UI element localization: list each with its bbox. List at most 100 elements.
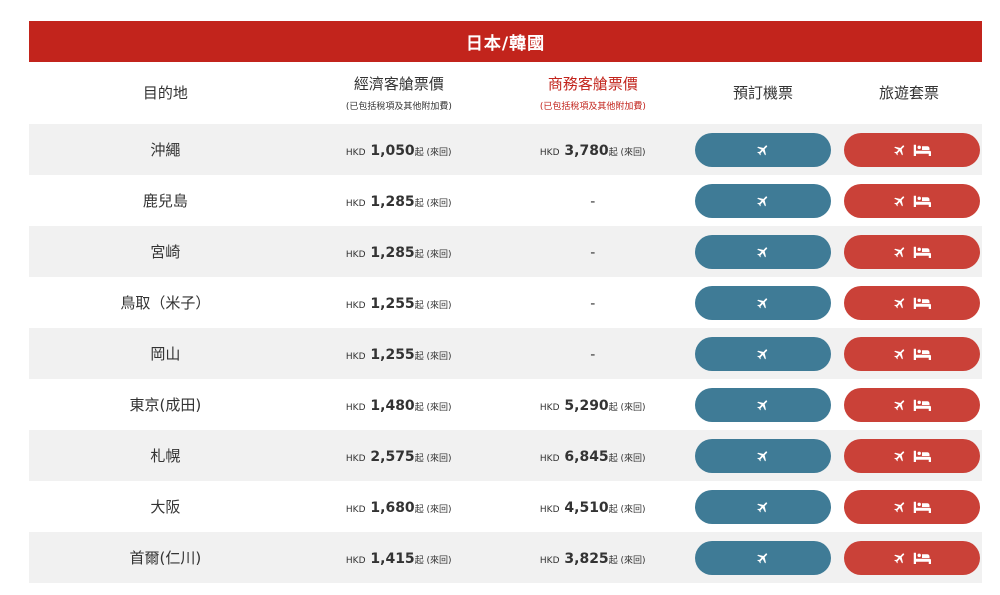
table-row: 宮崎 HKD 1,285起 (來回) - xyxy=(29,226,982,277)
plane-icon xyxy=(756,194,770,208)
economy-currency: HKD xyxy=(345,505,366,515)
destination-cell: 東京(成田) xyxy=(29,394,302,415)
table-row: 首爾(仁川) HKD 1,415起 (來回) HKD 3,825起 (來回) xyxy=(29,532,982,583)
economy-currency: HKD xyxy=(345,148,366,158)
economy-fare-cell: HKD 2,575起 (來回) xyxy=(302,446,496,465)
plane-icon xyxy=(893,194,907,208)
table-row: 東京(成田) HKD 1,480起 (來回) HKD 5,290起 (來回) xyxy=(29,379,982,430)
package-cell xyxy=(836,285,982,320)
book-package-button[interactable] xyxy=(843,336,980,371)
destination-name: 宮崎 xyxy=(150,243,181,261)
economy-amount: 2,575 xyxy=(370,449,415,465)
book-flight-button[interactable] xyxy=(694,285,831,320)
business-currency: HKD xyxy=(539,556,560,566)
book-flight-button[interactable] xyxy=(694,336,831,371)
plane-icon xyxy=(756,449,770,463)
economy-currency: HKD xyxy=(345,352,366,362)
economy-currency: HKD xyxy=(345,301,366,311)
business-fare-cell: - xyxy=(496,344,690,363)
book-package-button[interactable] xyxy=(843,387,980,422)
economy-suffix: 起 (來回) xyxy=(414,250,452,260)
destination-cell: 宮崎 xyxy=(29,241,302,262)
book-cell xyxy=(690,387,836,422)
business-fare-cell: HKD 3,780起 (來回) xyxy=(496,140,690,159)
book-package-button[interactable] xyxy=(843,540,980,575)
plane-icon xyxy=(756,347,770,361)
economy-fare: HKD 1,285起 (來回) xyxy=(345,194,452,210)
book-flight-button[interactable] xyxy=(694,387,831,422)
bed-icon xyxy=(913,450,931,462)
economy-amount: 1,285 xyxy=(370,194,415,210)
economy-amount: 1,255 xyxy=(370,347,415,363)
economy-fare-cell: HKD 1,255起 (來回) xyxy=(302,344,496,363)
business-amount: 3,825 xyxy=(564,551,609,567)
table-row: 鳥取（米子） HKD 1,255起 (來回) - xyxy=(29,277,982,328)
economy-suffix: 起 (來回) xyxy=(414,148,452,158)
book-flight-button[interactable] xyxy=(694,438,831,473)
destination-cell: 岡山 xyxy=(29,343,302,364)
book-cell xyxy=(690,438,836,473)
plane-icon xyxy=(893,143,907,157)
business-fare-cell: - xyxy=(496,191,690,210)
economy-suffix: 起 (來回) xyxy=(414,556,452,566)
business-currency: HKD xyxy=(539,403,560,413)
economy-fare: HKD 2,575起 (來回) xyxy=(346,449,452,465)
book-cell xyxy=(690,336,836,371)
header-package: 旅遊套票 xyxy=(836,83,982,103)
business-unavailable: - xyxy=(590,296,596,312)
economy-fare: HKD 1,680起 (來回) xyxy=(345,500,452,516)
economy-currency: HKD xyxy=(345,199,366,209)
plane-icon xyxy=(756,500,770,514)
destination-name: 札幌 xyxy=(150,447,181,465)
table-row: 鹿兒島 HKD 1,285起 (來回) - xyxy=(29,175,982,226)
book-package-button[interactable] xyxy=(843,183,980,218)
book-package-button[interactable] xyxy=(843,285,980,320)
header-economy-note: (已包括稅項及其他附加費) xyxy=(345,102,452,112)
plane-icon xyxy=(893,500,907,514)
business-currency: HKD xyxy=(539,454,560,464)
book-package-button[interactable] xyxy=(843,234,980,269)
economy-amount: 1,255 xyxy=(370,296,415,312)
book-flight-button[interactable] xyxy=(694,132,831,167)
business-unavailable: - xyxy=(590,245,596,261)
table-row: 岡山 HKD 1,255起 (來回) - xyxy=(29,328,982,379)
economy-suffix: 起 (來回) xyxy=(414,403,452,413)
business-fare-cell: HKD 5,290起 (來回) xyxy=(496,395,690,414)
book-flight-button[interactable] xyxy=(694,540,831,575)
destination-cell: 札幌 xyxy=(29,445,302,466)
plane-icon xyxy=(893,398,907,412)
business-suffix: 起 (來回) xyxy=(608,505,646,515)
table-row: 大阪 HKD 1,680起 (來回) HKD 4,510起 (來回) xyxy=(29,481,982,532)
business-amount: 3,780 xyxy=(564,143,609,159)
economy-amount: 1,680 xyxy=(370,500,415,516)
book-flight-button[interactable] xyxy=(694,489,831,524)
business-suffix: 起 (來回) xyxy=(608,556,646,566)
book-package-button[interactable] xyxy=(843,438,980,473)
business-suffix: 起 (來回) xyxy=(608,454,646,464)
header-book: 預訂機票 xyxy=(690,83,836,103)
business-fare: HKD 5,290起 (來回) xyxy=(539,398,646,414)
economy-fare-cell: HKD 1,285起 (來回) xyxy=(302,242,496,261)
package-cell xyxy=(836,336,982,371)
business-amount: 4,510 xyxy=(564,500,609,516)
book-flight-button[interactable] xyxy=(694,183,831,218)
business-fare-cell: - xyxy=(496,242,690,261)
header-business-note: (已包括稅項及其他附加費) xyxy=(539,102,646,112)
economy-suffix: 起 (來回) xyxy=(414,199,452,209)
plane-icon xyxy=(756,398,770,412)
package-cell xyxy=(836,489,982,524)
book-package-button[interactable] xyxy=(843,489,980,524)
economy-suffix: 起 (來回) xyxy=(414,505,452,515)
business-unavailable: - xyxy=(590,347,596,363)
economy-fare: HKD 1,285起 (來回) xyxy=(346,245,452,261)
economy-suffix: 起 (來回) xyxy=(414,301,452,311)
business-fare-cell: HKD 4,510起 (來回) xyxy=(496,497,690,516)
table-row: 札幌 HKD 2,575起 (來回) HKD 6,845起 (來回) xyxy=(29,430,982,481)
economy-fare-cell: HKD 1,050起 (來回) xyxy=(302,140,496,159)
bed-icon xyxy=(913,246,931,258)
business-fare: HKD 3,825起 (來回) xyxy=(539,551,646,567)
business-fare: HKD 6,845起 (來回) xyxy=(539,449,646,465)
book-package-button[interactable] xyxy=(843,132,980,167)
book-flight-button[interactable] xyxy=(694,234,831,269)
book-cell xyxy=(690,132,836,167)
